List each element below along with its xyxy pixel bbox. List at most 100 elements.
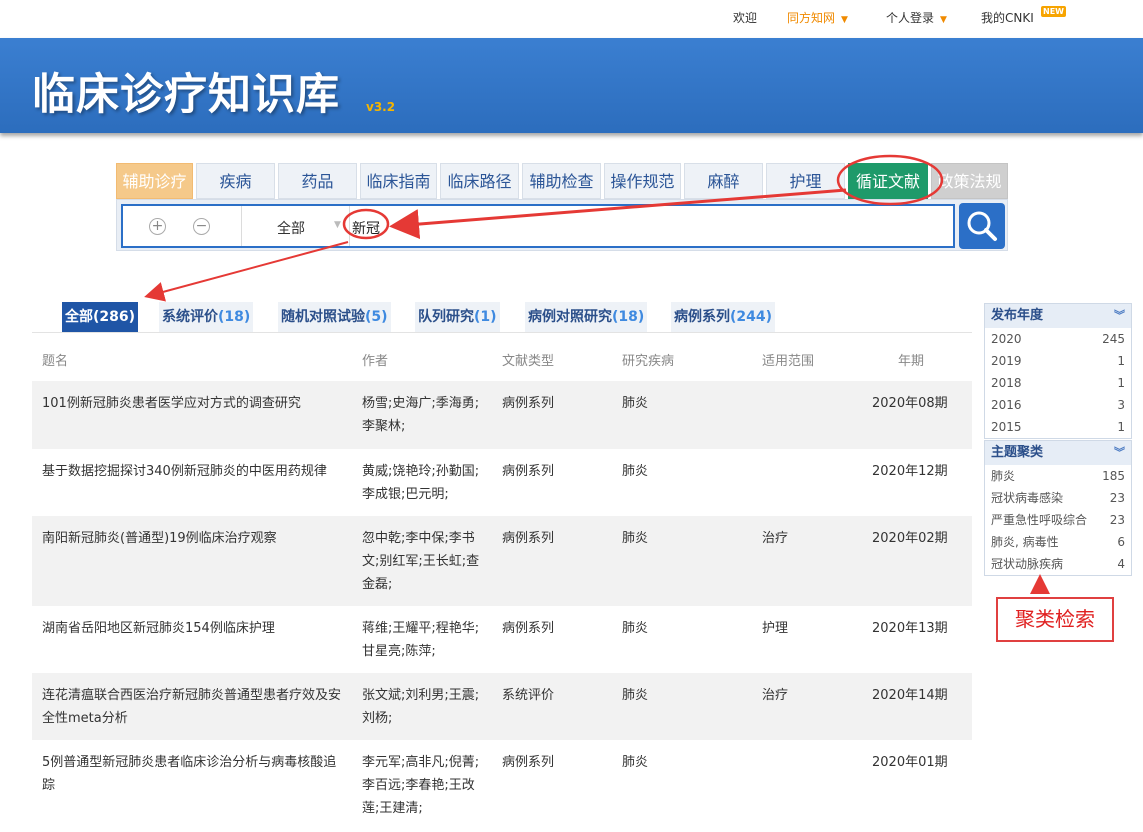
my-cnki-link[interactable]: 我的CNKI	[981, 9, 1034, 26]
facet-topic-panel: 主题聚类 ︾ 肺炎 185 冠状病毒感染 23 严重急性呼吸综合 23 肺炎, 病毒性 6…	[984, 440, 1132, 576]
facet-topic-header[interactable]: 主题聚类 ︾	[985, 441, 1131, 465]
article-title-link[interactable]: 连花清瘟联合西医治疗新冠肺炎普通型患者疗效及安全性meta分析	[42, 684, 342, 730]
chevron-down-icon: ▼	[334, 220, 341, 230]
header-disease: 研究疾病	[622, 354, 675, 369]
tab-anesthesia[interactable]: 麻醉	[684, 163, 763, 199]
header-title: 题名	[42, 354, 69, 369]
scope: 治疗	[762, 688, 789, 703]
issue: 2020年12期	[872, 464, 948, 479]
table-row[interactable]: 连花清瘟联合西医治疗新冠肺炎普通型患者疗效及安全性meta分析 张文斌;刘利男;…	[32, 673, 972, 740]
disease: 肺炎	[622, 396, 649, 411]
search-input[interactable]: 新冠	[352, 218, 380, 238]
tab-nursing[interactable]: 护理	[766, 163, 845, 199]
cluster-search-annotation: 聚类检索	[996, 597, 1114, 642]
filter-systematic-review[interactable]: 系统评价(18)	[159, 302, 254, 332]
tab-procedure[interactable]: 操作规范	[604, 163, 681, 199]
issue: 2020年08期	[872, 396, 948, 411]
authors: 李元军;高非凡;倪菁;李百远;李春艳;王改莲;王建清;	[362, 755, 480, 816]
authors: 张文斌;刘利男;王震;刘杨;	[362, 688, 480, 726]
new-badge: NEW	[1041, 6, 1066, 17]
issue: 2020年02期	[872, 531, 948, 546]
scope-select[interactable]: 全部	[277, 218, 305, 238]
search-box: + − 全部 ▼ 新冠	[121, 204, 955, 248]
header-year: 年期	[898, 354, 925, 369]
table-row[interactable]: 5例普通型新冠肺炎患者临床诊治分析与病毒核酸追踪 李元军;高非凡;倪菁;李百远;…	[32, 740, 972, 832]
authors: 蒋维;王耀平;程艳华;甘星亮;陈萍;	[362, 621, 480, 659]
welcome-text: 欢迎	[733, 11, 758, 25]
version-label: v3.2	[366, 100, 396, 114]
facet-year-header[interactable]: 发布年度 ︾	[985, 304, 1131, 328]
login-menu[interactable]: 个人登录 ▼	[886, 9, 947, 26]
disease: 肺炎	[622, 464, 649, 479]
article-title-link[interactable]: 南阳新冠肺炎(普通型)19例临床治疗观察	[42, 527, 342, 550]
filter-case-series[interactable]: 病例系列(244)	[671, 302, 776, 332]
facet-year-item[interactable]: 2019 1	[985, 350, 1131, 372]
facet-year-item[interactable]: 2020 245	[985, 328, 1131, 350]
add-condition-button[interactable]: +	[149, 218, 166, 235]
filter-rct[interactable]: 随机对照试验(5)	[278, 302, 391, 332]
article-title-link[interactable]: 5例普通型新冠肺炎患者临床诊治分析与病毒核酸追踪	[42, 751, 342, 797]
tab-guideline[interactable]: 临床指南	[360, 163, 437, 199]
article-title-link[interactable]: 101例新冠肺炎患者医学应对方式的调查研究	[42, 392, 342, 415]
site-title: 临床诊疗知识库	[32, 70, 340, 120]
article-title-link[interactable]: 湖南省岳阳地区新冠肺炎154例临床护理	[42, 617, 342, 640]
tongfang-menu[interactable]: 同方知网 ▼	[787, 9, 848, 26]
facet-year-item[interactable]: 2015 1	[985, 416, 1131, 438]
facet-topic-item[interactable]: 肺炎, 病毒性 6	[985, 531, 1131, 553]
tab-disease[interactable]: 疾病	[196, 163, 275, 199]
header-type: 文献类型	[502, 354, 555, 369]
facet-year-item[interactable]: 2016 3	[985, 394, 1131, 416]
disease: 肺炎	[622, 531, 649, 546]
chevron-down-icon: ▼	[841, 15, 848, 25]
header-scope: 适用范围	[762, 354, 815, 369]
divider	[349, 206, 350, 246]
facet-year-item[interactable]: 2018 1	[985, 372, 1131, 394]
chevron-down-icon: ︾	[1114, 446, 1125, 459]
chevron-down-icon: ︾	[1114, 309, 1125, 322]
article-type: 病例系列	[502, 755, 555, 770]
tab-drug[interactable]: 药品	[278, 163, 357, 199]
issue: 2020年01期	[872, 755, 948, 770]
table-row[interactable]: 湖南省岳阳地区新冠肺炎154例临床护理 蒋维;王耀平;程艳华;甘星亮;陈萍; 病…	[32, 606, 972, 673]
article-type: 病例系列	[502, 396, 555, 411]
table-header: 题名 作者 文献类型 研究疾病 适用范围 年期	[32, 337, 972, 381]
disease: 肺炎	[622, 621, 649, 636]
facet-year-panel: 发布年度 ︾ 2020 245 2019 1 2018 1 2016 3 2015 1	[984, 303, 1132, 439]
filter-case-control[interactable]: 病例对照研究(18)	[525, 302, 648, 332]
disease: 肺炎	[622, 755, 649, 770]
chevron-down-icon: ▼	[940, 15, 947, 25]
table-row[interactable]: 101例新冠肺炎患者医学应对方式的调查研究 杨雪;史海广;季海勇;李聚林; 病例…	[32, 381, 972, 449]
issue: 2020年13期	[872, 621, 948, 636]
tab-exam[interactable]: 辅助检查	[522, 163, 601, 199]
authors: 忽中乾;李中保;李书文;别红军;王长虹;查金磊;	[362, 531, 480, 592]
filter-all[interactable]: 全部(286)	[62, 302, 139, 332]
remove-condition-button[interactable]: −	[193, 218, 210, 235]
scope: 治疗	[762, 531, 789, 546]
authors: 杨雪;史海广;季海勇;李聚林;	[362, 396, 480, 434]
article-type: 系统评价	[502, 688, 555, 703]
tab-assist-diagnosis[interactable]: 辅助诊疗	[116, 163, 193, 199]
tab-evidence[interactable]: 循证文献	[848, 163, 928, 199]
category-tabs: 辅助诊疗 疾病 药品 临床指南 临床路径 辅助检查 操作规范 麻醉 护理 循证文…	[116, 163, 1008, 199]
search-button[interactable]	[959, 203, 1005, 249]
article-title-link[interactable]: 基于数据挖掘探讨340例新冠肺炎的中医用药规律	[42, 460, 342, 483]
facet-topic-item[interactable]: 冠状动脉疾病 4	[985, 553, 1131, 575]
filter-cohort[interactable]: 队列研究(1)	[415, 302, 500, 332]
table-row[interactable]: 南阳新冠肺炎(普通型)19例临床治疗观察 忽中乾;李中保;李书文;别红军;王长虹…	[32, 516, 972, 606]
authors: 黄威;饶艳玲;孙勤国;李成银;巴元明;	[362, 464, 480, 502]
article-type: 病例系列	[502, 621, 555, 636]
facet-topic-item[interactable]: 严重急性呼吸综合 23	[985, 509, 1131, 531]
facet-topic-item[interactable]: 冠状病毒感染 23	[985, 487, 1131, 509]
article-type: 病例系列	[502, 464, 555, 479]
top-nav: 欢迎 同方知网 ▼ 个人登录 ▼ 我的CNKI NEW	[0, 0, 1143, 38]
header-banner: 临床诊疗知识库 v3.2	[0, 38, 1143, 133]
tab-policy[interactable]: 政策法规	[931, 163, 1008, 199]
facet-topic-item[interactable]: 肺炎 185	[985, 465, 1131, 487]
tab-pathway[interactable]: 临床路径	[440, 163, 519, 199]
article-type: 病例系列	[502, 531, 555, 546]
table-row[interactable]: 基于数据挖掘探讨340例新冠肺炎的中医用药规律 黄威;饶艳玲;孙勤国;李成银;巴…	[32, 449, 972, 516]
divider	[32, 332, 972, 333]
search-icon	[967, 211, 997, 241]
search-area: + − 全部 ▼ 新冠	[116, 199, 1008, 251]
header-author: 作者	[362, 354, 389, 369]
